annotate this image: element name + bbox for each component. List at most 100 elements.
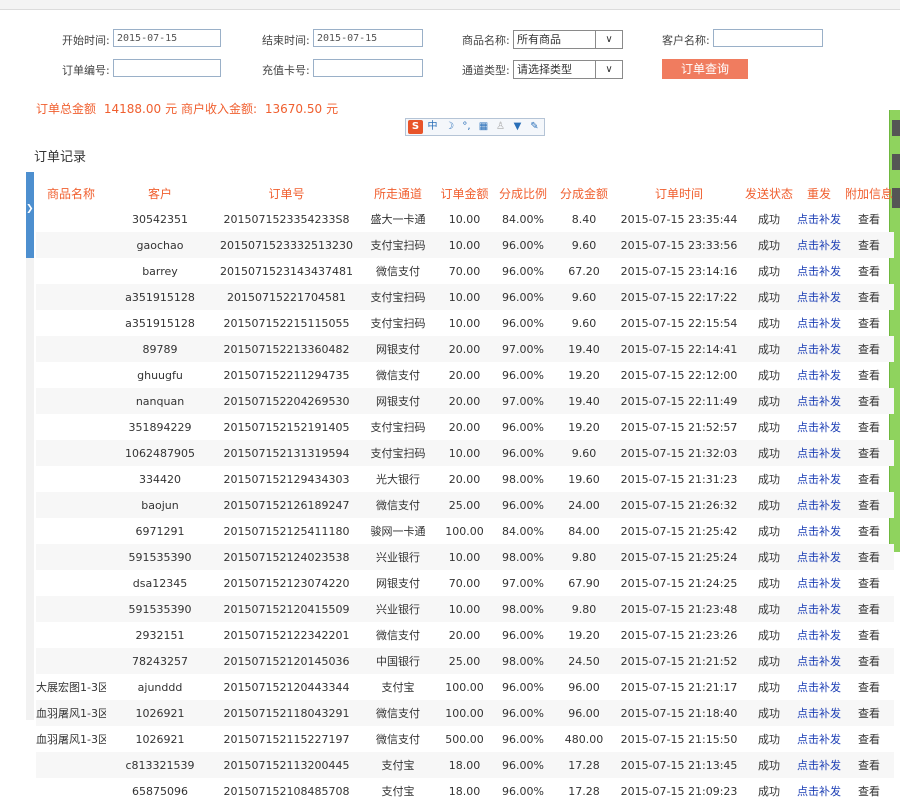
cell-channel: 微信支付 (376, 733, 420, 746)
cell-time: 2015-07-15 22:14:41 (614, 336, 744, 362)
resend-link[interactable]: 点击补发 (797, 759, 841, 772)
cell-ratio: 96.00% (502, 732, 544, 746)
cell-channel: 支付宝扫码 (359, 284, 437, 310)
cell-resend: 点击补发 (794, 310, 844, 336)
cell-channel: 网银支付 (359, 336, 437, 362)
zhong-icon[interactable]: 中 (425, 120, 440, 134)
keyboard-icon[interactable]: ▦ (476, 120, 491, 134)
view-link[interactable]: 查看 (858, 291, 880, 304)
resend-link[interactable]: 点击补发 (797, 265, 841, 278)
cell-channel: 支付宝扫码 (370, 317, 426, 330)
resend-link[interactable]: 点击补发 (797, 473, 841, 486)
product-label: 商品名称: (462, 34, 510, 47)
view-link[interactable]: 查看 (858, 629, 880, 642)
total-amount-unit: 元 (165, 102, 178, 116)
view-link[interactable]: 查看 (858, 213, 880, 226)
resend-link[interactable]: 点击补发 (797, 395, 841, 408)
view-link[interactable]: 查看 (858, 343, 880, 356)
resend-link[interactable]: 点击补发 (797, 603, 841, 616)
resend-link[interactable]: 点击补发 (797, 629, 841, 642)
resend-link[interactable]: 点击补发 (797, 369, 841, 382)
view-link[interactable]: 查看 (858, 707, 880, 720)
cell-time: 2015-07-15 21:24:25 (620, 576, 738, 590)
resend-link[interactable]: 点击补发 (797, 499, 841, 512)
cell-share: 96.00 (554, 700, 614, 726)
cell-order-no: 201507152115227197 (223, 732, 350, 746)
table-row: 334420 201507152129434303 光大银行 20.00 98.00% 1… (36, 466, 894, 492)
cell-channel: 微信支付 (359, 492, 437, 518)
view-link[interactable]: 查看 (858, 681, 880, 694)
view-link[interactable]: 查看 (858, 239, 880, 252)
panel-icon[interactable] (892, 120, 900, 136)
resend-link[interactable]: 点击补发 (797, 291, 841, 304)
cell-time: 2015-07-15 21:52:57 (620, 420, 738, 434)
view-link[interactable]: 查看 (858, 603, 880, 616)
cell-extra: 查看 (844, 466, 894, 492)
resend-link[interactable]: 点击补发 (797, 213, 841, 226)
resend-link[interactable]: 点击补发 (797, 525, 841, 538)
view-link[interactable]: 查看 (858, 369, 880, 382)
cell-channel: 骏网一卡通 (370, 525, 426, 538)
resend-link[interactable]: 点击补发 (797, 343, 841, 356)
resend-link[interactable]: 点击补发 (797, 681, 841, 694)
view-link[interactable]: 查看 (858, 395, 880, 408)
view-link[interactable]: 查看 (858, 473, 880, 486)
resend-link[interactable]: 点击补发 (797, 551, 841, 564)
resend-link[interactable]: 点击补发 (797, 655, 841, 668)
resend-link[interactable]: 点击补发 (797, 577, 841, 590)
view-link[interactable]: 查看 (858, 733, 880, 746)
person-icon[interactable]: ♙ (493, 120, 508, 134)
resend-link[interactable]: 点击补发 (797, 421, 841, 434)
customer-label: 客户名称: (662, 34, 710, 47)
view-link[interactable]: 查看 (858, 759, 880, 772)
cell-ratio: 96.00% (502, 420, 544, 434)
resend-link[interactable]: 点击补发 (797, 447, 841, 460)
cell-status: 成功 (744, 284, 794, 310)
moon-icon[interactable]: ☽ (442, 120, 457, 134)
resend-link[interactable]: 点击补发 (797, 239, 841, 252)
comma-icon[interactable]: °, (459, 120, 474, 134)
end-time-input[interactable] (313, 29, 423, 47)
product-select[interactable]: 所有商品 ∨ (513, 30, 623, 49)
order-no-label: 订单编号: (62, 64, 110, 77)
cell-customer: 591535390 (106, 596, 214, 622)
view-link[interactable]: 查看 (858, 421, 880, 434)
cell-customer: nanquan (106, 388, 214, 414)
resend-link[interactable]: 点击补发 (797, 785, 841, 798)
resend-link[interactable]: 点击补发 (797, 707, 841, 720)
wrench-icon[interactable]: ✎ (527, 120, 542, 134)
cell-status: 成功 (758, 213, 780, 226)
order-query-button[interactable]: 订单查询 (662, 59, 748, 79)
view-link[interactable]: 查看 (858, 785, 880, 798)
order-no-input[interactable] (113, 59, 221, 77)
view-link[interactable]: 查看 (858, 551, 880, 564)
cell-share: 17.28 (554, 752, 614, 778)
resend-link[interactable]: 点击补发 (797, 733, 841, 746)
view-link[interactable]: 查看 (858, 317, 880, 330)
view-link[interactable]: 查看 (858, 577, 880, 590)
sidebar-toggle-tab[interactable]: ❯ (26, 172, 34, 258)
ime-toolbar[interactable]: S 中 ☽ °, ▦ ♙ ▼ ✎ (405, 118, 545, 136)
view-link[interactable]: 查看 (858, 525, 880, 538)
cell-time: 2015-07-15 21:25:42 (620, 524, 738, 538)
view-link[interactable]: 查看 (858, 499, 880, 512)
table-row: 血羽屠风1-3区 1026921 201507152118043291 微信支付 100… (36, 700, 894, 726)
customer-input[interactable] (713, 29, 823, 47)
view-link[interactable]: 查看 (858, 655, 880, 668)
view-link[interactable]: 查看 (858, 447, 880, 460)
cell-ratio: 96.00% (502, 680, 544, 694)
s-logo-icon[interactable]: S (408, 120, 423, 134)
start-time-input[interactable] (113, 29, 221, 47)
channel-select[interactable]: 请选择类型 ∨ (513, 60, 623, 79)
cell-time: 2015-07-15 21:26:32 (614, 492, 744, 518)
cell-order-no: 2015071523143437481 (220, 264, 353, 278)
cell-resend: 点击补发 (794, 466, 844, 492)
table-row: barrey 2015071523143437481 微信支付 70.00 96.00%… (36, 258, 894, 284)
view-link[interactable]: 查看 (858, 265, 880, 278)
panel-icon[interactable] (892, 154, 900, 170)
cell-amount: 18.00 (437, 752, 492, 778)
card-no-input[interactable] (313, 59, 423, 77)
table-row: 大展宏图1-3区 ajunddd 201507152120443344 支付宝 100.… (36, 674, 894, 700)
resend-link[interactable]: 点击补发 (797, 317, 841, 330)
shirt-icon[interactable]: ▼ (510, 120, 525, 134)
